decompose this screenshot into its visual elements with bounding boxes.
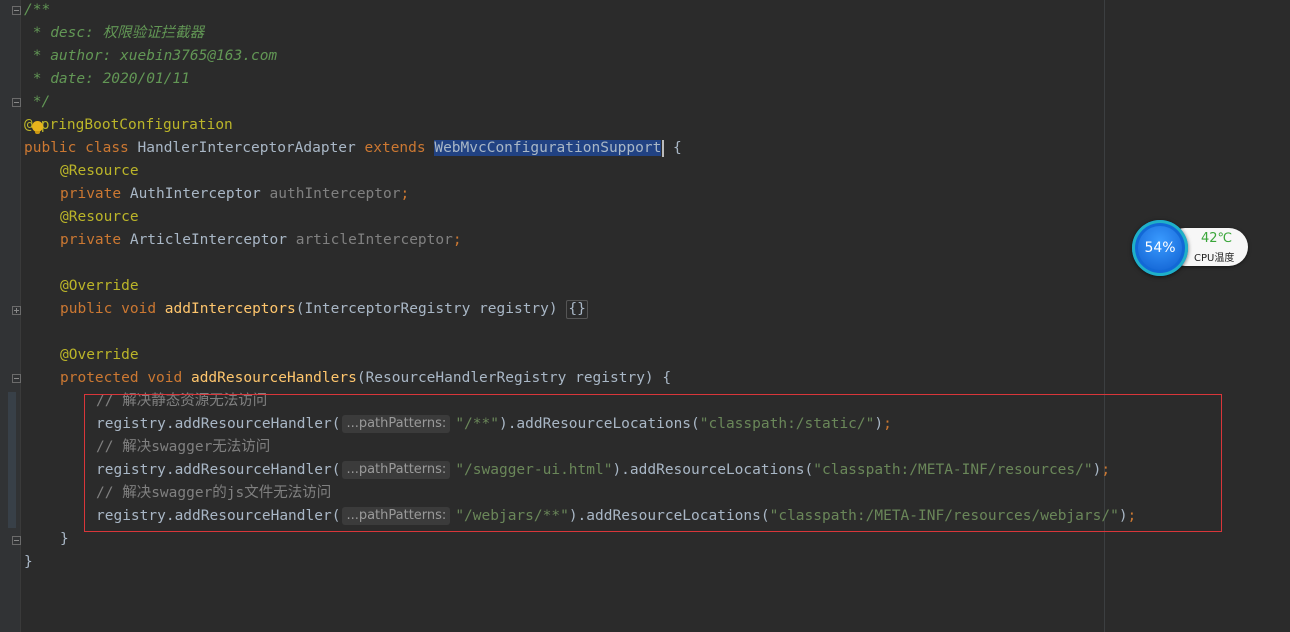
javadoc-open: /** bbox=[24, 2, 51, 18]
field-name: articleInterceptor bbox=[295, 232, 453, 248]
annotation-resource: @Resource bbox=[60, 209, 139, 225]
highlight-box bbox=[84, 394, 1222, 532]
method-params: (ResourceHandlerRegistry registry) { bbox=[356, 370, 672, 386]
fold-collapse-icon[interactable] bbox=[12, 536, 21, 545]
field-type: ArticleInterceptor bbox=[129, 232, 287, 248]
keyword-protected: protected bbox=[60, 370, 139, 386]
cpu-temp-label: CPU温度 bbox=[1194, 253, 1235, 264]
fold-collapse-icon[interactable] bbox=[12, 6, 21, 15]
field-type: AuthInterceptor bbox=[129, 186, 261, 202]
method-name: addInterceptors bbox=[164, 301, 296, 317]
change-marker[interactable] bbox=[8, 392, 16, 528]
semicolon: ; bbox=[452, 232, 462, 248]
method-name: addResourceHandlers bbox=[190, 370, 357, 386]
code-line[interactable]: } bbox=[60, 528, 69, 551]
code-line[interactable]: * date: 2020/01/11 bbox=[24, 68, 190, 91]
code-line[interactable]: @Override bbox=[60, 275, 139, 298]
semicolon: ; bbox=[400, 186, 410, 202]
annotation-override: @Override bbox=[60, 347, 139, 363]
fold-collapse-icon[interactable] bbox=[12, 374, 21, 383]
fold-expand-icon[interactable] bbox=[12, 306, 21, 315]
field-name: authInterceptor bbox=[269, 186, 401, 202]
cpu-monitor-widget[interactable]: 42℃ CPU温度 54% bbox=[1132, 220, 1250, 276]
code-line[interactable]: public class HandlerInterceptorAdapter e… bbox=[24, 137, 682, 160]
keyword-void: void bbox=[147, 370, 183, 386]
cpu-temperature: 42℃ bbox=[1201, 231, 1233, 246]
folded-body[interactable]: {} bbox=[566, 300, 588, 319]
keyword-private: private bbox=[60, 232, 122, 248]
javadoc-author: * author: xuebin3765@163.com bbox=[24, 48, 278, 64]
code-line[interactable]: @ pringBootConfiguration bbox=[24, 114, 233, 137]
code-line[interactable]: @Resource bbox=[60, 160, 139, 183]
code-line[interactable]: @Resource bbox=[60, 206, 139, 229]
code-line[interactable]: * author: xuebin3765@163.com bbox=[24, 45, 277, 68]
code-line[interactable]: protected void addResourceHandlers(Resou… bbox=[60, 367, 671, 390]
keyword-extends: extends bbox=[364, 140, 426, 156]
intention-bulb-icon[interactable] bbox=[32, 121, 43, 134]
code-line[interactable]: private AuthInterceptor authInterceptor; bbox=[60, 183, 409, 206]
code-line[interactable]: /** bbox=[24, 0, 50, 22]
javadoc-date: * date: 2020/01/11 bbox=[24, 71, 190, 87]
code-line[interactable]: @Override bbox=[60, 344, 139, 367]
code-editor[interactable]: /** * desc: 权限验证拦截器 * author: xuebin3765… bbox=[0, 0, 1290, 632]
annotation-resource: @Resource bbox=[60, 163, 139, 179]
keyword-class: class bbox=[85, 140, 129, 156]
annotation-spring-boot-configuration: pringBootConfiguration bbox=[40, 117, 233, 133]
keyword-void: void bbox=[121, 301, 157, 317]
keyword-public: public bbox=[24, 140, 77, 156]
class-name: HandlerInterceptorAdapter bbox=[137, 140, 356, 156]
keyword-public: public bbox=[60, 301, 113, 317]
javadoc-desc: * desc: 权限验证拦截器 bbox=[24, 25, 205, 41]
fold-collapse-icon[interactable] bbox=[12, 98, 21, 107]
annotation-override: @Override bbox=[60, 278, 139, 294]
code-line[interactable]: public void addInterceptors(InterceptorR… bbox=[60, 298, 588, 321]
method-params: (InterceptorRegistry registry) bbox=[295, 301, 567, 317]
method-closing-brace: } bbox=[60, 531, 69, 547]
brace-open: { bbox=[664, 140, 682, 156]
code-line[interactable]: */ bbox=[24, 91, 50, 114]
superclass-name-selected[interactable]: WebMvcConfigurationSupport bbox=[434, 140, 662, 156]
javadoc-close: */ bbox=[24, 94, 51, 110]
code-line[interactable]: private ArticleInterceptor articleInterc… bbox=[60, 229, 462, 252]
code-line[interactable]: * desc: 权限验证拦截器 bbox=[24, 22, 204, 45]
right-margin-guide bbox=[1104, 0, 1105, 632]
keyword-private: private bbox=[60, 186, 122, 202]
code-line[interactable]: } bbox=[24, 551, 33, 574]
cpu-usage-percent: 54% bbox=[1144, 240, 1176, 256]
class-closing-brace: } bbox=[24, 554, 33, 570]
